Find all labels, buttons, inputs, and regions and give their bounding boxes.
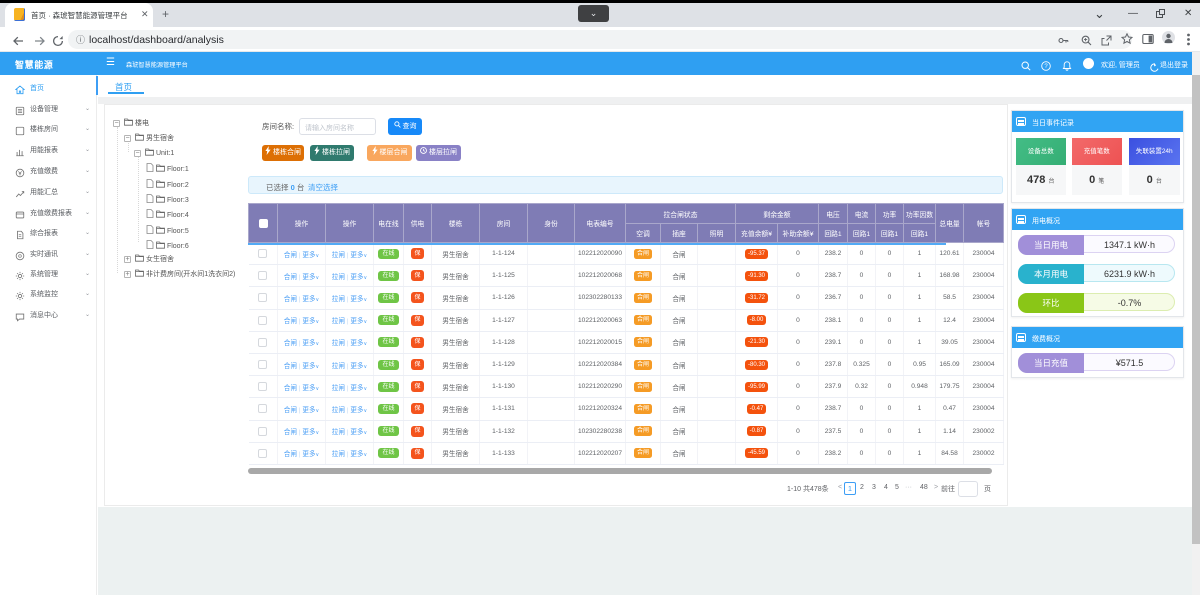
- svg-text:?: ?: [1044, 64, 1048, 70]
